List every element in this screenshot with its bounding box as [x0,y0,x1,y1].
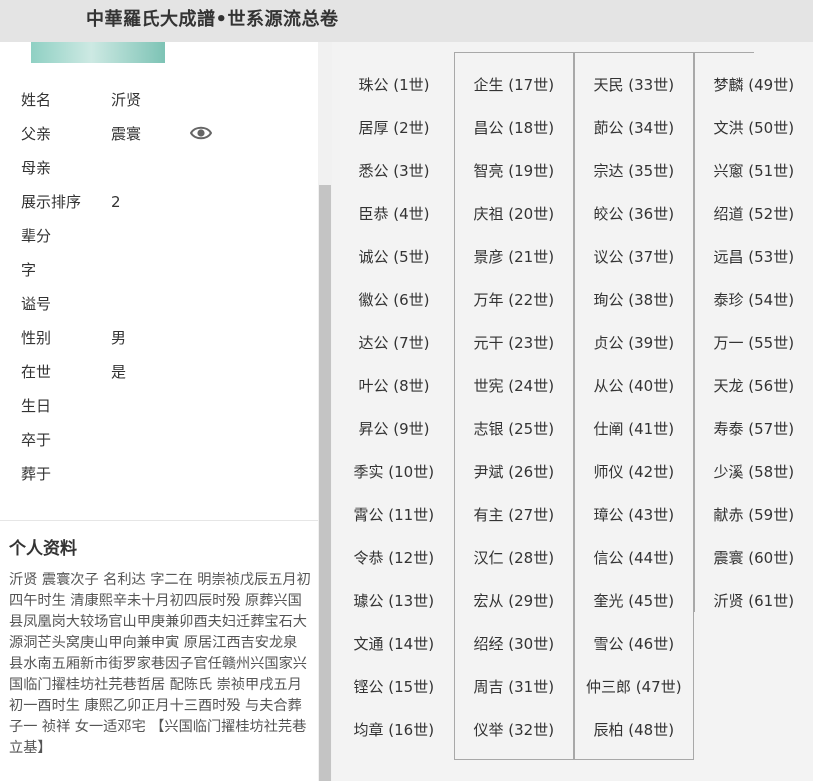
generation-node[interactable]: 仪举 (32世) [471,717,557,743]
generation-node[interactable]: 献赤 (59世) [711,502,797,528]
eye-icon[interactable] [190,124,212,142]
field-value: 沂贤 [111,91,142,109]
generation-node[interactable]: 万年 (22世) [471,287,557,313]
scrollbar-thumb[interactable] [319,185,331,781]
generation-node[interactable]: 绍道 (52世) [711,201,797,227]
generation-node[interactable]: 兴窻 (51世) [711,158,797,184]
generation-node[interactable]: 宏从 (29世) [471,588,557,614]
generation-node[interactable]: 莭公 (34世) [591,115,677,141]
field-label: 姓名 [21,91,52,109]
generation-node[interactable]: 居厚 (2世) [356,115,432,141]
profile-photo [31,42,165,63]
generation-node[interactable]: 世宪 (24世) [471,373,557,399]
generation-node[interactable]: 璋公 (43世) [591,502,677,528]
generation-node[interactable]: 远昌 (53世) [711,244,797,270]
generation-node[interactable]: 璩公 (13世) [351,588,437,614]
generation-node[interactable]: 仲三郎 (47世) [584,674,684,700]
generation-node[interactable]: 智亮 (19世) [471,158,557,184]
generation-node[interactable]: 天龙 (56世) [711,373,797,399]
generation-node[interactable]: 周吉 (31世) [471,674,557,700]
field-value: 是 [111,363,127,381]
section-divider [0,520,318,521]
generation-node[interactable]: 达公 (7世) [356,330,432,356]
field-label: 性别 [21,329,52,347]
generation-node[interactable]: 沂贤 (61世) [711,588,797,614]
app-title: 中華羅氏大成譜•世系源流总卷 [86,9,339,30]
generation-node[interactable]: 皎公 (36世) [591,201,677,227]
generation-node[interactable]: 季实 (10世) [351,459,437,485]
field-label: 父亲 [21,125,52,143]
generation-node[interactable]: 天民 (33世) [591,72,677,98]
field-value: 2 [111,193,121,211]
field-label: 生日 [21,397,52,415]
generation-node[interactable]: 珠公 (1世) [356,72,432,98]
generation-node[interactable]: 霄公 (11世) [351,502,437,528]
bio-text: 沂贤 震寰次子 名利达 字二在 明崇祯戊辰五月初四午时生 清康熙辛未十月初四辰时… [9,572,311,756]
generation-node[interactable]: 企生 (17世) [471,72,557,98]
generation-node[interactable]: 臣恭 (4世) [356,201,432,227]
generation-node[interactable]: 寿泰 (57世) [711,416,797,442]
generation-node[interactable]: 铿公 (15世) [351,674,437,700]
generation-node[interactable]: 万一 (55世) [711,330,797,356]
field-label: 母亲 [21,159,52,177]
generation-node[interactable]: 仕阐 (41世) [591,416,677,442]
field-label: 辈分 [21,227,52,245]
generation-node[interactable]: 叶公 (8世) [356,373,432,399]
generation-node[interactable]: 景彦 (21世) [471,244,557,270]
generation-node[interactable]: 震寰 (60世) [711,545,797,571]
field-label: 卒于 [21,431,52,449]
generation-node[interactable]: 少溪 (58世) [711,459,797,485]
generation-node[interactable]: 庆祖 (20世) [471,201,557,227]
lineage-tree: 珠公 (1世) 居厚 (2世) 悉公 (3世) 臣恭 (4世) 诚公 (5世) 徽公 (6… [332,42,813,781]
generation-node[interactable]: 文洪 (50世) [711,115,797,141]
field-label: 在世 [21,363,52,381]
field-label: 展示排序 [21,193,82,211]
generation-node[interactable]: 宗达 (35世) [591,158,677,184]
generation-node[interactable]: 信公 (44世) [591,545,677,571]
generation-node[interactable]: 师仪 (42世) [591,459,677,485]
generation-node[interactable]: 梦麟 (49世) [711,72,797,98]
generation-node[interactable]: 有主 (27世) [471,502,557,528]
field-label: 谥号 [21,295,52,313]
generation-node[interactable]: 汉仁 (28世) [471,545,557,571]
generation-node[interactable]: 议公 (37世) [591,244,677,270]
bio-title: 个人资料 [9,539,77,559]
top-bar: 中華羅氏大成譜•世系源流总卷 [0,0,813,42]
generation-node[interactable]: 珣公 (38世) [591,287,677,313]
generation-node[interactable]: 均章 (16世) [351,717,437,743]
generation-node[interactable]: 文通 (14世) [351,631,437,657]
generation-node[interactable]: 志银 (25世) [471,416,557,442]
generation-node[interactable]: 泰珍 (54世) [711,287,797,313]
generation-node[interactable]: 诚公 (5世) [356,244,432,270]
profile-panel: 姓名 沂贤父亲 震寰母亲展示排序 2 辈分字谥号性别 男在世 是生日卒于葬于 个人资料 沂贤… [0,42,318,781]
field-value: 男 [111,329,127,347]
generation-node[interactable]: 雪公 (46世) [591,631,677,657]
generation-node[interactable]: 徽公 (6世) [356,287,432,313]
generation-node[interactable]: 奎光 (45世) [591,588,677,614]
field-value: 震寰 [111,125,142,143]
generation-node[interactable]: 昇公 (9世) [356,416,432,442]
generation-node[interactable]: 元干 (23世) [471,330,557,356]
generation-node[interactable]: 昌公 (18世) [471,115,557,141]
generation-node[interactable]: 令恭 (12世) [351,545,437,571]
generation-node[interactable]: 辰柏 (48世) [591,717,677,743]
generation-node[interactable]: 绍经 (30世) [471,631,557,657]
generation-node[interactable]: 从公 (40世) [591,373,677,399]
generation-node[interactable]: 尹斌 (26世) [471,459,557,485]
generation-node[interactable]: 悉公 (3世) [356,158,432,184]
generation-node[interactable]: 贞公 (39世) [591,330,677,356]
field-label: 葬于 [21,465,52,483]
field-label: 字 [21,261,37,279]
